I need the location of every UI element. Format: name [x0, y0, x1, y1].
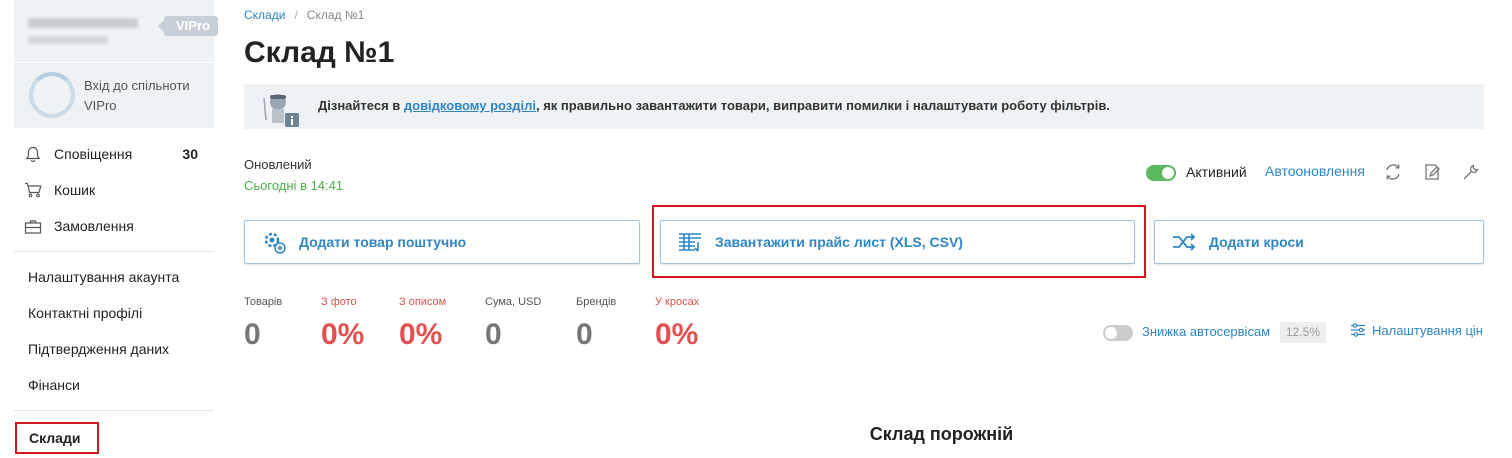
account-name-blurred	[28, 18, 138, 28]
sidebar-divider	[14, 410, 214, 411]
add-item-label: Додати товар поштучно	[299, 234, 467, 250]
help-section-link[interactable]: довідковому розділі	[404, 98, 536, 113]
sidebar-item-account-settings[interactable]: Налаштування акаунта	[14, 259, 214, 295]
vip-badge: VIPro	[158, 16, 218, 36]
sidebar-item-contact-profiles[interactable]: Контактні профілі	[14, 295, 214, 331]
stat-sum-usd: Сума, USD 0	[485, 296, 541, 352]
sidebar-item-orders[interactable]: Замовлення	[14, 208, 214, 244]
sidebar-item-warehouses[interactable]: Склади	[15, 422, 99, 454]
stat-label: Сума, USD	[485, 296, 542, 308]
stat-value: 0	[576, 318, 593, 351]
progress-ring-icon	[29, 72, 75, 118]
info-text-after: , як правильно завантажити товари, випра…	[535, 98, 1110, 113]
stat-value: 0	[244, 318, 261, 351]
autoupdate-link[interactable]: Автооновлення	[1265, 163, 1365, 179]
stat-items: Товарів 0	[244, 296, 282, 352]
briefcase-icon	[24, 217, 42, 235]
add-crosses-label: Додати кроси	[1209, 234, 1304, 250]
stat-in-crosses: У кросах 0%	[655, 296, 699, 352]
toggle-knob	[1105, 327, 1117, 339]
stat-value: 0%	[655, 318, 699, 351]
stat-label: У кросах	[655, 296, 700, 308]
highlight-box	[652, 205, 1146, 278]
stat-label: Брендів	[576, 296, 617, 308]
sliders-icon	[1351, 323, 1365, 337]
sidebar-item-cart[interactable]: Кошик	[14, 172, 214, 208]
breadcrumb-root-link[interactable]: Склади	[244, 8, 285, 22]
bell-icon	[24, 145, 42, 163]
toggle-knob	[1162, 167, 1174, 179]
account-id-blurred	[28, 36, 108, 44]
sidebar-item-data-confirmation[interactable]: Підтвердження даних	[14, 331, 214, 367]
stat-value: 0%	[321, 318, 365, 351]
notifications-count: 30	[182, 146, 198, 162]
add-crosses-button[interactable]: Додати кроси	[1154, 220, 1484, 264]
stat-with-photo: З фото 0%	[321, 296, 364, 352]
discount-label[interactable]: Знижка автосервісам	[1142, 324, 1270, 339]
edit-icon[interactable]	[1422, 162, 1442, 182]
sidebar-nav-top: Сповіщення 30 Кошик Замовлення	[14, 136, 214, 244]
account-divider	[14, 62, 214, 63]
sidebar-item-notifications[interactable]: Сповіщення 30	[14, 136, 214, 172]
account-card[interactable]: VIPro Вхід до спільноти VIPro	[14, 0, 218, 128]
main-content: Склади / Склад №1 Склад №1 Дізнайтеся в до…	[244, 0, 1484, 458]
price-settings-label: Налаштування цін	[1372, 322, 1483, 338]
stat-label: Товарів	[244, 296, 283, 308]
stat-brands: Брендів 0	[576, 296, 616, 352]
cross-arrows-icon	[1173, 233, 1196, 251]
info-text-before: Дізнайтеся в	[318, 98, 404, 113]
updated-value: Сьогодні в 14:41	[244, 178, 344, 193]
sidebar-nav-account: Налаштування акаунта Контактні профілі П…	[14, 259, 214, 403]
page-title: Склад №1	[244, 36, 395, 69]
empty-state-title: Склад порожній	[869, 424, 1014, 444]
community-link[interactable]: Вхід до спільноти VIPro	[84, 76, 209, 116]
active-toggle[interactable]	[1146, 165, 1176, 181]
sidebar-item-finance[interactable]: Фінанси	[14, 367, 214, 403]
wrench-icon[interactable]	[1461, 162, 1481, 182]
info-text: Дізнайтеся в довідковому розділі, як пра…	[318, 98, 1110, 113]
updated-label: Оновлений	[244, 157, 312, 172]
stat-value: 0	[485, 318, 502, 351]
stat-value: 0%	[399, 318, 443, 351]
gear-plus-icon	[264, 232, 286, 254]
refresh-icon[interactable]	[1383, 162, 1403, 182]
sidebar-divider	[14, 251, 214, 252]
cart-icon	[24, 181, 42, 199]
mascot-info-icon	[263, 94, 299, 127]
breadcrumb-current: Склад №1	[306, 8, 365, 22]
sidebar-item-label: Сповіщення	[54, 146, 133, 162]
stat-with-description: З описом 0%	[399, 296, 446, 352]
discount-toggle[interactable]	[1103, 325, 1133, 341]
stat-label: З описом	[399, 296, 447, 308]
sidebar: VIPro Вхід до спільноти VIPro Сповіщення…	[14, 0, 218, 458]
active-label: Активний	[1186, 164, 1247, 180]
discount-value: 12.5%	[1280, 322, 1327, 343]
stat-label: З фото	[321, 296, 357, 308]
price-settings-link[interactable]: Налаштування цін	[1350, 322, 1483, 338]
add-item-button[interactable]: Додати товар поштучно	[244, 220, 640, 264]
info-banner: Дізнайтеся в довідковому розділі, як пра…	[244, 84, 1484, 129]
sidebar-item-label: Замовлення	[54, 218, 134, 234]
sidebar-item-label: Кошик	[54, 182, 96, 198]
breadcrumb-separator: /	[294, 8, 298, 22]
breadcrumb: Склади / Склад №1	[244, 8, 364, 22]
